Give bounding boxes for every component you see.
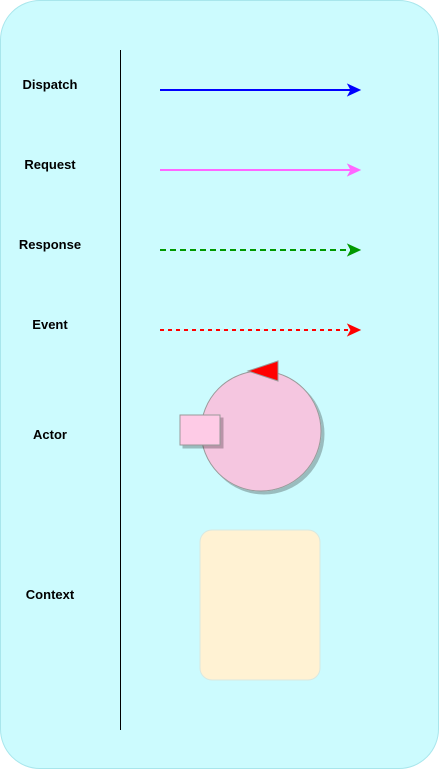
actor-port-box	[179, 414, 221, 446]
context-box	[199, 529, 321, 681]
legend-diagram	[160, 83, 362, 681]
response-arrow	[160, 243, 362, 257]
request-arrow	[160, 163, 362, 177]
dispatch-arrow	[160, 83, 362, 97]
event-arrow	[160, 323, 362, 337]
actor-symbol	[179, 360, 322, 492]
